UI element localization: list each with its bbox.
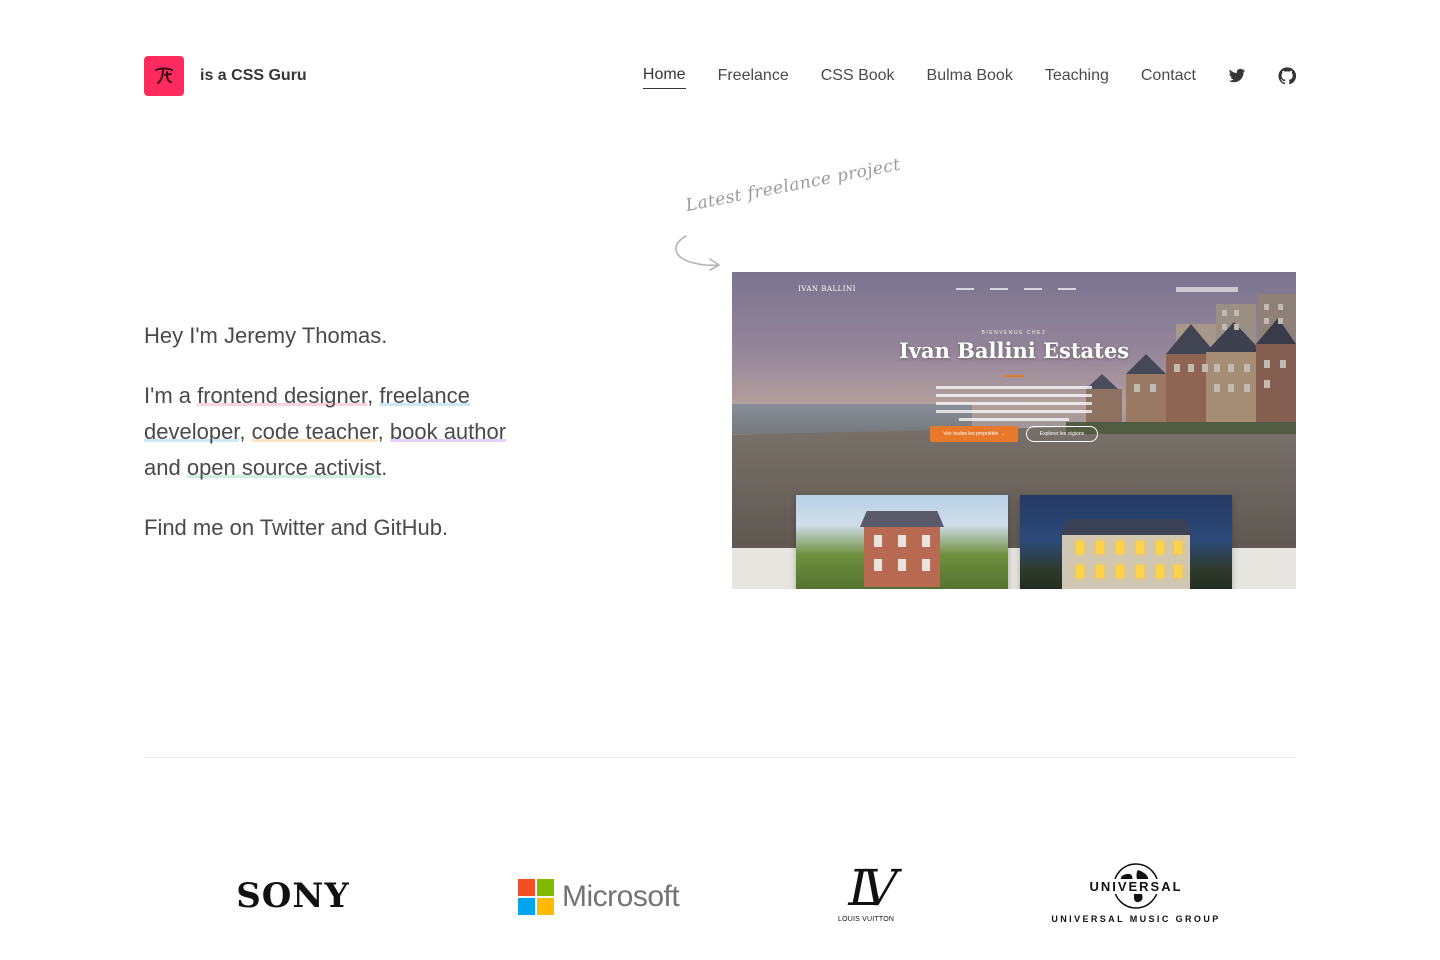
project-logo: IVAN BALLINI	[798, 285, 856, 293]
project-kicker: BIENVENUE CHEZ	[981, 330, 1047, 336]
universal-wordmark: UNIVERSAL	[1087, 878, 1185, 894]
greeting: Hey I'm Jeremy Thomas.	[144, 323, 388, 348]
role-frontend-designer[interactable]: frontend designer	[197, 383, 368, 408]
twitter-icon	[1228, 68, 1246, 83]
brand-text: is a CSS Guru	[200, 67, 307, 84]
project-title-rule	[1004, 375, 1024, 377]
roles-suffix: .	[381, 455, 388, 480]
role-open-source-activist[interactable]: open source activist	[186, 455, 382, 480]
main-nav: Home Freelance CSS Book Bulma Book Teach…	[642, 63, 1296, 89]
site-header: is a CSS Guru Home Freelance CSS Book Bu…	[144, 56, 1296, 96]
nav-contact[interactable]: Contact	[1141, 64, 1196, 88]
role-code-teacher[interactable]: code teacher	[251, 419, 378, 444]
find-me: Find me on Twitter and GitHub.	[144, 515, 449, 540]
github-icon	[1278, 67, 1296, 85]
brand-logo	[144, 56, 184, 96]
nav-css-book[interactable]: CSS Book	[821, 64, 895, 88]
roles-prefix: I'm a	[144, 383, 198, 408]
twitter-link[interactable]	[1228, 67, 1246, 85]
latest-project-screenshot[interactable]: IVAN BALLINI BIENVENUE CHEZ Ivan Ballini…	[732, 272, 1296, 589]
jt-logo-icon	[155, 67, 173, 84]
universal-music-group-logo: UNIVERSAL UNIVERSAL MUSIC GROUP	[1044, 862, 1228, 924]
intro: Hey I'm Jeremy Thomas. I'm a frontend de…	[144, 318, 544, 570]
microsoft-wordmark: Microsoft	[562, 880, 680, 913]
nav-teaching[interactable]: Teaching	[1045, 64, 1109, 88]
project-contact	[1176, 286, 1238, 292]
manor-house-image	[860, 511, 944, 587]
latest-project-note: Latest freelance project	[684, 154, 903, 216]
client-logos: SONY Microsoft LV LOUIS VUITTON UNIVERSA…	[144, 856, 1296, 936]
roles-and: and	[144, 455, 187, 480]
role-book-author[interactable]: book author	[389, 419, 507, 444]
universal-top: UNIVERSAL	[1087, 862, 1185, 910]
property-card-villa	[1020, 495, 1232, 589]
lv-wordmark: LOUIS VUITTON	[838, 916, 895, 923]
github-link[interactable]	[1278, 67, 1296, 85]
project-secondary-button: Explorer les régions	[1026, 426, 1098, 442]
nav-bulma-book[interactable]: Bulma Book	[927, 64, 1013, 88]
project-menu	[955, 288, 1076, 290]
curved-arrow-icon	[675, 235, 720, 271]
brand-link[interactable]: is a CSS Guru	[144, 56, 307, 96]
roles-sentence: I'm a frontend designer, freelance devel…	[144, 378, 544, 486]
microsoft-squares-icon	[518, 879, 554, 915]
sony-logo: SONY	[236, 876, 350, 916]
roles-separator: ,	[239, 419, 252, 444]
nav-home[interactable]: Home	[642, 63, 686, 89]
project-description	[936, 386, 1092, 426]
microsoft-logo: Microsoft	[518, 878, 680, 916]
project-topbar: IVAN BALLINI	[798, 282, 1238, 296]
villa-house-image	[1060, 519, 1192, 589]
project-title: Ivan Ballini Estates	[898, 338, 1130, 363]
roles-separator: ,	[377, 419, 390, 444]
umg-wordmark: UNIVERSAL MUSIC GROUP	[1051, 914, 1221, 924]
project-primary-button: Voir toutes les propriétés →	[930, 426, 1018, 442]
nav-freelance[interactable]: Freelance	[718, 64, 789, 88]
louis-vuitton-logo: LV LOUIS VUITTON	[838, 859, 898, 923]
roles-separator: ,	[367, 383, 380, 408]
property-card-manor	[796, 495, 1008, 589]
section-divider	[144, 757, 1296, 758]
lv-monogram: LV	[848, 859, 898, 917]
